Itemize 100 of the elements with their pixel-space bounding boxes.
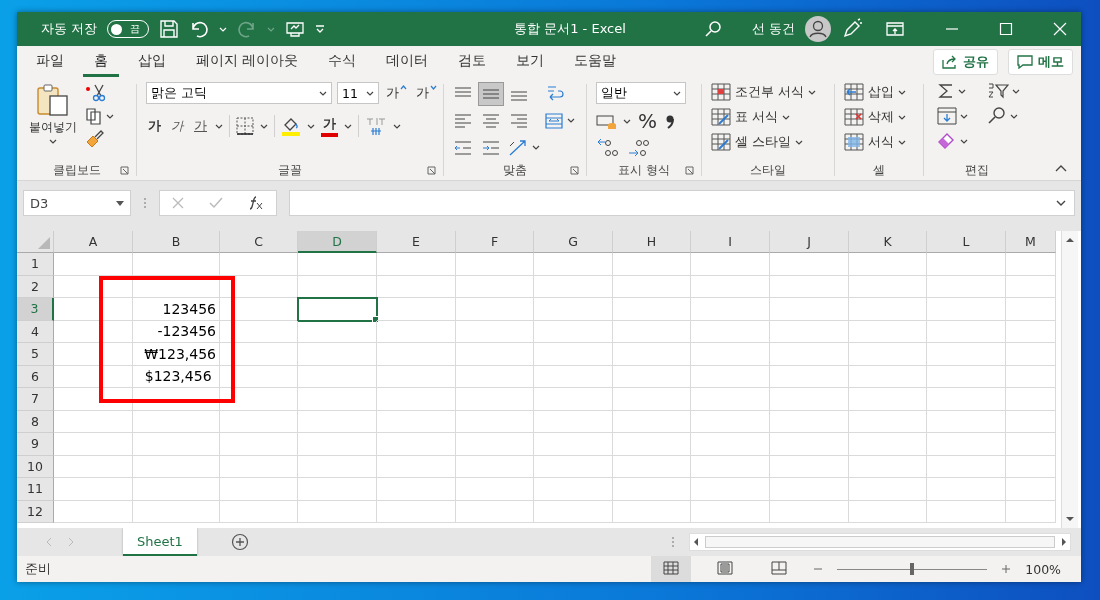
row-header[interactable]: 2 xyxy=(17,275,54,298)
table-cell[interactable] xyxy=(849,275,927,298)
table-cell[interactable] xyxy=(534,275,613,298)
table-cell[interactable] xyxy=(456,500,534,523)
table-cell[interactable] xyxy=(133,500,220,523)
selected-cell[interactable] xyxy=(298,298,377,321)
table-cell[interactable] xyxy=(691,433,770,456)
table-cell[interactable] xyxy=(298,388,377,411)
table-cell[interactable] xyxy=(927,365,1006,388)
fill-down-icon[interactable] xyxy=(937,107,957,125)
table-cell[interactable] xyxy=(927,253,1006,276)
table-cell[interactable] xyxy=(770,253,849,276)
column-header[interactable]: J xyxy=(770,231,849,253)
table-cell[interactable] xyxy=(770,320,849,343)
save-icon[interactable] xyxy=(159,19,180,39)
column-header[interactable]: G xyxy=(534,231,613,253)
column-header[interactable]: A xyxy=(54,231,133,253)
add-sheet-icon[interactable] xyxy=(230,533,249,551)
vertical-align-icon[interactable] xyxy=(479,83,503,106)
row-header[interactable]: 5 xyxy=(17,343,54,366)
table-cell[interactable] xyxy=(927,478,1006,501)
autosum-icon[interactable] xyxy=(937,82,955,100)
table-cell[interactable] xyxy=(220,500,298,523)
comments-button[interactable]: 메모 xyxy=(1008,49,1073,75)
style-button[interactable]: 조건부 서식 xyxy=(711,82,831,102)
row-header[interactable]: 10 xyxy=(17,455,54,478)
table-cell[interactable] xyxy=(54,455,133,478)
table-cell[interactable] xyxy=(691,343,770,366)
touch-mode-icon[interactable] xyxy=(285,20,306,38)
table-cell[interactable] xyxy=(613,365,691,388)
ribbon-display-icon[interactable] xyxy=(885,21,905,37)
table-cell[interactable] xyxy=(456,433,534,456)
search-icon[interactable] xyxy=(703,20,722,38)
table-cell[interactable] xyxy=(534,343,613,366)
scissors-icon[interactable] xyxy=(85,84,107,102)
table-cell[interactable] xyxy=(456,388,534,411)
avatar-icon[interactable] xyxy=(805,16,831,42)
column-header[interactable]: I xyxy=(691,231,770,253)
table-cell[interactable] xyxy=(534,410,613,433)
column-header[interactable]: D xyxy=(298,231,377,253)
table-cell[interactable] xyxy=(534,365,613,388)
table-cell[interactable] xyxy=(133,455,220,478)
table-cell[interactable] xyxy=(613,500,691,523)
table-cell[interactable] xyxy=(613,388,691,411)
row-header[interactable]: 3 xyxy=(17,298,54,321)
table-cell[interactable] xyxy=(849,455,927,478)
column-header[interactable]: K xyxy=(849,231,927,253)
merge-center-icon[interactable] xyxy=(544,111,564,131)
table-cell[interactable] xyxy=(849,365,927,388)
column-header[interactable]: E xyxy=(377,231,456,253)
table-cell[interactable] xyxy=(54,478,133,501)
cells-button[interactable]: 삭제 xyxy=(844,107,920,127)
table-cell[interactable] xyxy=(298,410,377,433)
table-cell[interactable] xyxy=(770,455,849,478)
table-cell[interactable] xyxy=(1006,478,1056,501)
dialog-launcher-icon[interactable] xyxy=(427,166,436,175)
checkmark-icon[interactable] xyxy=(209,197,223,209)
table-cell[interactable] xyxy=(613,275,691,298)
close-icon[interactable] xyxy=(1053,22,1067,36)
table-cell[interactable] xyxy=(613,298,691,321)
font-color-button[interactable]: 가 xyxy=(321,115,338,137)
table-cell[interactable] xyxy=(377,410,456,433)
accounting-format-icon[interactable] xyxy=(596,112,618,130)
table-cell[interactable] xyxy=(613,320,691,343)
table-cell[interactable] xyxy=(770,500,849,523)
column-header[interactable]: H xyxy=(613,231,691,253)
table-cell[interactable] xyxy=(927,320,1006,343)
row-header[interactable]: 7 xyxy=(17,388,54,411)
number-format-field[interactable]: 일반 xyxy=(596,82,686,104)
table-cell[interactable] xyxy=(54,343,133,366)
table-cell[interactable] xyxy=(298,320,377,343)
column-header[interactable]: M xyxy=(1006,231,1056,253)
table-cell[interactable] xyxy=(613,343,691,366)
table-cell[interactable]: -123456 xyxy=(133,320,220,343)
ribbon-tab[interactable]: 홈 xyxy=(83,47,119,77)
table-cell[interactable] xyxy=(534,500,613,523)
phonetic-guide-icon[interactable] xyxy=(365,116,387,136)
table-cell[interactable] xyxy=(133,433,220,456)
table-cell[interactable] xyxy=(220,253,298,276)
vertical-scrollbar[interactable] xyxy=(1061,231,1078,528)
column-header[interactable]: C xyxy=(220,231,298,253)
table-cell[interactable] xyxy=(613,478,691,501)
orientation-icon[interactable] xyxy=(507,137,529,158)
ribbon-tab[interactable]: 파일 xyxy=(25,47,75,77)
table-cell[interactable] xyxy=(54,388,133,411)
zoom-in-icon[interactable] xyxy=(1001,564,1012,574)
table-cell[interactable] xyxy=(613,410,691,433)
table-cell[interactable] xyxy=(220,365,298,388)
table-cell[interactable] xyxy=(220,455,298,478)
cells-button[interactable]: 서식 xyxy=(844,132,920,152)
table-cell[interactable]: $123,456 xyxy=(133,365,220,388)
table-cell[interactable] xyxy=(849,343,927,366)
font-name-field[interactable]: 맑은 고딕 xyxy=(146,82,332,104)
table-cell[interactable] xyxy=(377,500,456,523)
table-cell[interactable] xyxy=(849,410,927,433)
table-cell[interactable] xyxy=(377,320,456,343)
customize-toolbar-icon[interactable] xyxy=(315,25,326,33)
underline-button[interactable]: 가 xyxy=(192,117,209,135)
table-cell[interactable] xyxy=(770,433,849,456)
table-cell[interactable] xyxy=(220,478,298,501)
